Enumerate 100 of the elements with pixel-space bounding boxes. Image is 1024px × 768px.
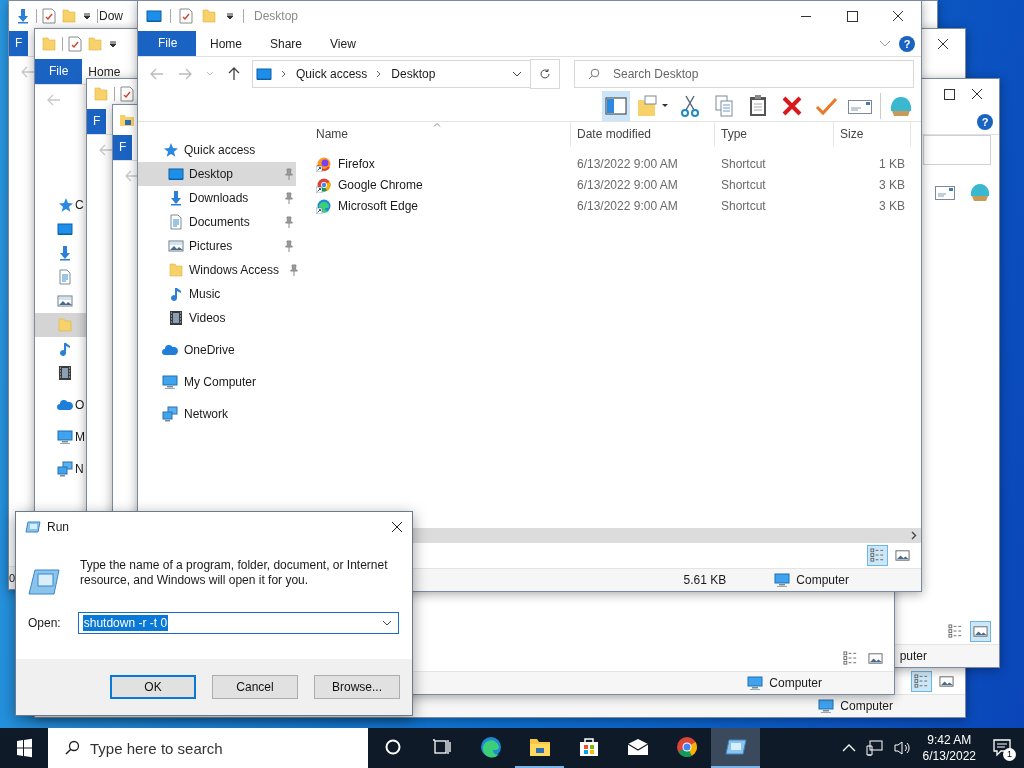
column-header[interactable]: Size [834,122,911,146]
file-name[interactable]: Firefox [338,156,375,171]
file-tab[interactable]: F [87,109,107,134]
clock[interactable]: 9:42 AM 6/13/2022 [916,732,982,764]
nav-item[interactable]: Quick access [138,138,296,162]
search-icon [588,68,600,80]
cancel-button[interactable]: Cancel [212,675,298,699]
up-arrow-icon[interactable] [228,67,240,81]
dropdown-icon[interactable] [225,11,235,21]
ribbon-tab[interactable]: Home [196,36,256,51]
search-field[interactable] [923,135,991,165]
download-arrow-icon [15,8,31,24]
details-view-button[interactable] [867,545,888,566]
notification-badge: 1 [1003,748,1016,761]
folder-icon [61,8,77,24]
preview-pane-icon [604,94,628,118]
notifications-button[interactable]: 1 [982,728,1024,768]
dialog-title: Run [47,520,69,534]
file-tab[interactable]: F [9,31,29,56]
details-view-button[interactable] [911,671,932,692]
nav-item[interactable]: Documents [138,210,296,234]
run-taskbar-button[interactable] [711,728,760,768]
network-icon[interactable] [865,740,884,756]
ribbon-tab[interactable]: Home [82,64,127,79]
status-location: Computer [796,573,849,587]
checklist-icon [179,8,193,24]
maximize-icon[interactable] [944,88,955,100]
dropdown-icon[interactable] [108,39,118,49]
envelope-icon[interactable] [935,186,955,200]
desktop-icon [256,66,272,82]
volume-icon[interactable] [893,740,912,756]
search-icon [64,740,80,756]
preview-pane-button[interactable] [602,91,630,121]
shell-icon[interactable] [969,183,991,203]
folder-icon [168,262,184,278]
address-bar[interactable]: Quick access Desktop [252,60,531,88]
nav-item[interactable]: M [35,425,86,449]
close-icon[interactable] [391,521,403,533]
run-program-icon [28,568,60,596]
nav-item[interactable]: Windows Access [138,258,296,282]
browse-button[interactable]: Browse... [314,675,400,699]
nav-item[interactable]: Desktop [138,162,296,186]
computer-icon [57,429,73,445]
nav-item[interactable]: Videos [138,306,296,330]
file-name[interactable]: Google Chrome [338,177,423,192]
nav-item[interactable]: C [35,193,86,217]
chevron-up-icon[interactable] [841,743,856,753]
nav-item[interactable]: Pictures [138,234,296,258]
file-name[interactable]: Microsoft Edge [338,198,419,213]
back-arrow-icon[interactable] [99,144,113,156]
dropdown-icon[interactable] [82,11,92,21]
chevron-down-icon[interactable] [512,71,522,77]
chevron-right-icon [376,70,383,78]
column-header[interactable]: Name [296,122,571,146]
large-icons-view-button[interactable] [970,621,991,642]
nav-item[interactable]: N [35,457,86,481]
back-arrow-icon[interactable] [21,66,35,78]
nav-item[interactable]: Network [138,402,296,426]
taskbar-search-field[interactable]: Type here to search [48,728,368,768]
file-tab[interactable]: F [113,135,133,160]
breadcrumb-item[interactable]: Quick access [296,67,368,81]
close-icon[interactable] [971,88,983,100]
refresh-icon [539,68,551,80]
column-header[interactable]: Date modified [571,122,715,146]
ok-button[interactable]: OK [110,675,196,699]
nav-item[interactable]: O [35,393,86,417]
window-title: Dow [98,9,123,23]
folder-icon [119,112,135,128]
checklist-icon [68,36,82,52]
ribbon-tab[interactable]: Share [256,36,317,51]
desktop-icon [168,166,184,182]
browser-icon [674,735,699,759]
help-button[interactable]: ? [899,35,915,52]
column-header[interactable]: Type [715,122,834,146]
nav-item[interactable]: Music [138,282,296,306]
file-tab[interactable]: File [35,59,83,84]
file-tab[interactable]: File [138,31,196,56]
chevron-down-icon[interactable] [382,620,392,626]
refresh-button[interactable] [530,59,560,89]
help-button[interactable]: ? [977,113,993,130]
details-list-icon [843,651,858,666]
search-field[interactable]: Search Desktop [574,60,914,88]
film-strip-icon [168,310,184,326]
open-field[interactable]: shutdown -r -t 0 [77,612,399,634]
details-list-icon [870,548,885,563]
computer-icon [162,374,178,390]
close-icon[interactable] [937,38,949,50]
breadcrumb-item[interactable]: Desktop [391,67,436,81]
nav-item[interactable]: My Computer [138,370,296,394]
dialog-description: Type the name of a program, folder, document, or Internet resource, and Windows will open it for you. [80,558,389,588]
table-cell-text: Shortcut [720,197,767,215]
table-cell-text: 3 KB [878,197,906,215]
folder-icon [201,8,217,24]
ribbon-tab[interactable]: View [316,36,370,51]
scroll-right-icon[interactable] [911,531,917,540]
back-arrow-icon[interactable] [125,170,139,182]
shortcut-app-icon [316,197,332,214]
nav-item[interactable]: OneDrive [138,338,296,362]
nav-item[interactable]: Downloads [138,186,296,210]
cloud-icon [57,397,73,413]
